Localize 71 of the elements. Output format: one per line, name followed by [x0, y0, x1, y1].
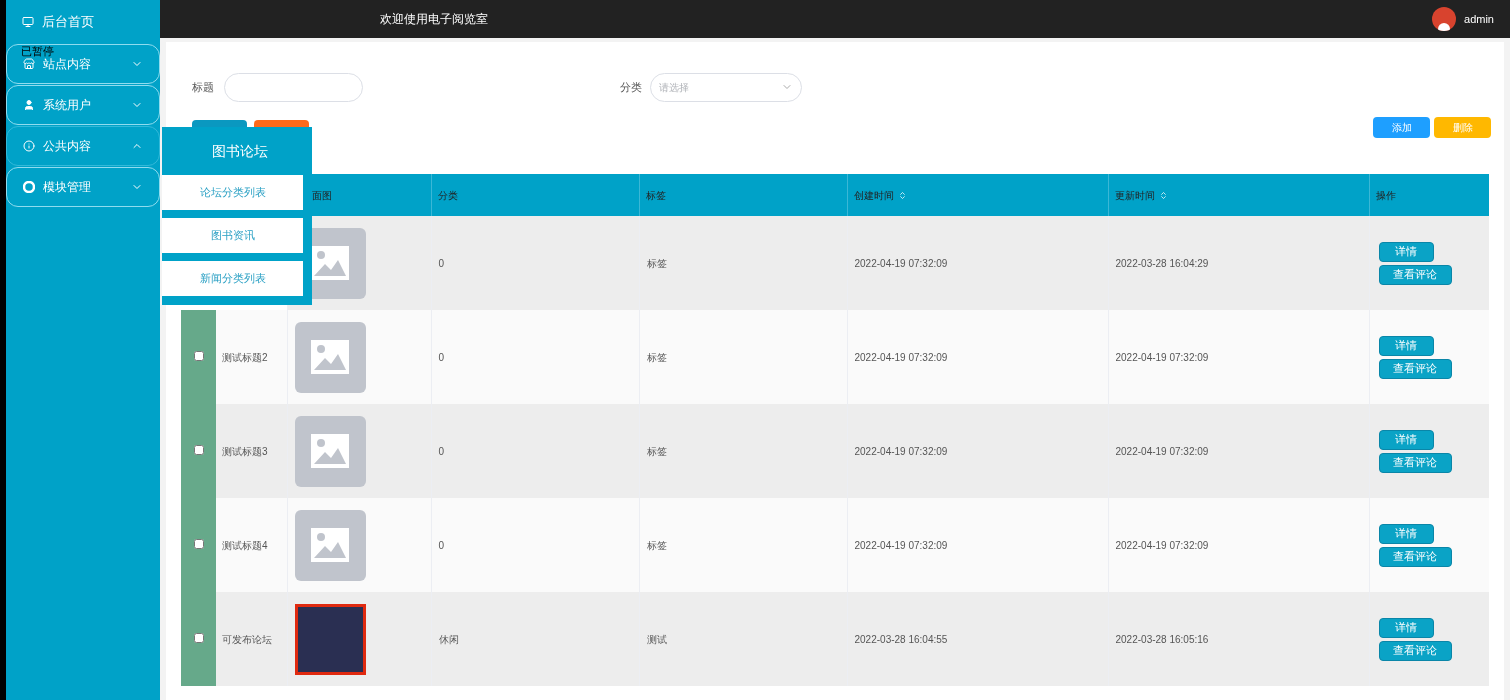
add-button[interactable]: 添加: [1373, 116, 1430, 138]
table-cell: 2022-03-28 16:05:16: [1108, 592, 1369, 686]
title-cell: 测试标题3: [216, 404, 287, 498]
column-header: 操作: [1369, 174, 1489, 216]
avatar[interactable]: [1432, 7, 1457, 31]
table-cell: 测试: [639, 592, 847, 686]
details-button[interactable]: 详情: [1378, 617, 1434, 638]
title-cell: 可发布论坛: [216, 592, 287, 686]
view-comments-button[interactable]: 查看评论: [1378, 546, 1452, 567]
table-cell: 0: [431, 498, 639, 592]
title-input[interactable]: [224, 72, 363, 102]
view-comments-button[interactable]: 查看评论: [1378, 452, 1452, 473]
user-icon: [23, 99, 35, 111]
row-checkbox[interactable]: [193, 538, 204, 549]
details-button[interactable]: 详情: [1378, 429, 1434, 450]
column-header: 创建时间: [847, 174, 1108, 216]
sort-icon: [1158, 190, 1168, 200]
table-cell: 0: [431, 404, 639, 498]
table-cell: 2022-03-28 16:04:55: [847, 592, 1108, 686]
table-cell: 2022-04-19 07:32:09: [1108, 498, 1369, 592]
details-button[interactable]: 详情: [1378, 335, 1434, 356]
row-checkbox[interactable]: [193, 444, 204, 455]
flyout-item[interactable]: 图书资讯: [162, 218, 303, 253]
table-cell: 2022-04-19 07:32:09: [1108, 404, 1369, 498]
flyout-item[interactable]: 论坛分类列表: [162, 175, 303, 210]
sidebar-menu-item[interactable]: 已暂停 站点内容: [6, 44, 160, 84]
details-button[interactable]: 详情: [1378, 523, 1434, 544]
title-cell: 测试标题2: [216, 310, 287, 404]
title-label: 标题: [192, 79, 214, 95]
table-cell: 标签: [639, 498, 847, 592]
photo-placeholder: [294, 603, 366, 675]
image-placeholder: [294, 415, 366, 487]
view-comments-button[interactable]: 查看评论: [1378, 358, 1452, 379]
sidebar-menu-item[interactable]: 系统用户: [6, 85, 160, 125]
view-comments-button[interactable]: 查看评论: [1378, 640, 1452, 661]
table-cell: 标签: [639, 216, 847, 310]
home-link[interactable]: 后台首页: [6, 0, 160, 44]
table-cell: 标签: [639, 310, 847, 404]
title-cell: 测试标题4: [216, 498, 287, 592]
welcome-title: 欢迎使用电子阅览室: [380, 11, 489, 28]
table-cell: 2022-03-28 16:04:29: [1108, 216, 1369, 310]
table-cell: 2022-04-19 07:32:09: [847, 498, 1108, 592]
delete-button[interactable]: 删除: [1434, 116, 1491, 138]
details-button[interactable]: 详情: [1378, 241, 1434, 262]
column-header: 分类: [431, 174, 639, 216]
flyout-title: 图书论坛: [211, 141, 269, 161]
row-checkbox[interactable]: [193, 632, 204, 643]
category-label: 分类: [620, 79, 642, 95]
table-cell: 2022-04-19 07:32:09: [847, 216, 1108, 310]
column-header: 标签: [639, 174, 847, 216]
table-cell: 标签: [639, 404, 847, 498]
username: admin: [1464, 11, 1494, 27]
sidebar-menu-item[interactable]: 模块管理: [6, 167, 160, 207]
paused-label: 已暂停: [21, 46, 54, 57]
image-placeholder: [294, 321, 366, 393]
sidebar-menu-item[interactable]: 公共内容: [6, 126, 160, 166]
info-icon: [23, 140, 35, 152]
table-cell: 2022-04-19 07:32:09: [847, 310, 1108, 404]
flyout-item[interactable]: 新闻分类列表: [162, 261, 303, 296]
image-placeholder: [294, 509, 366, 581]
row-checkbox[interactable]: [193, 350, 204, 361]
table-cell: 休闲: [431, 592, 639, 686]
table-cell: 0: [431, 310, 639, 404]
column-header: 更新时间: [1108, 174, 1369, 216]
view-comments-button[interactable]: 查看评论: [1378, 264, 1452, 285]
table-cell: 2022-04-19 07:32:09: [847, 404, 1108, 498]
store-icon: [23, 58, 35, 70]
table-cell: 2022-04-19 07:32:09: [1108, 310, 1369, 404]
monitor-icon: [22, 16, 34, 28]
sort-icon: [897, 190, 907, 200]
table-cell: 0: [431, 216, 639, 310]
